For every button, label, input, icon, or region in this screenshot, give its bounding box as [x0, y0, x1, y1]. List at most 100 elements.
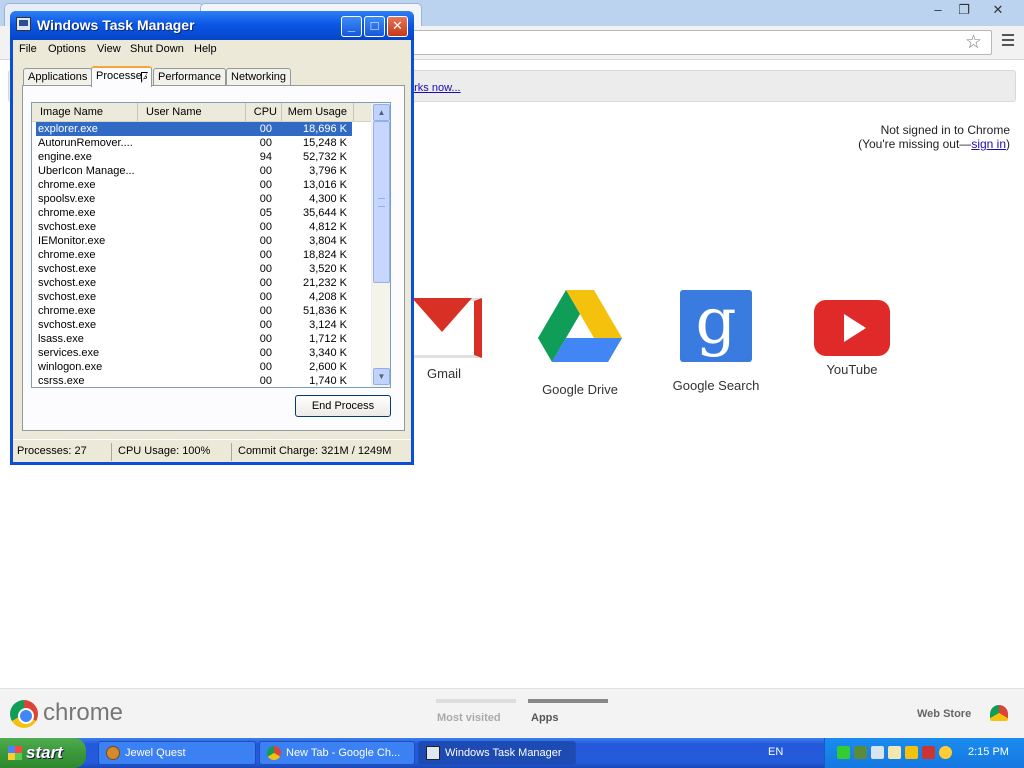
table-row[interactable]: chrome.exe 00 51,836 K — [36, 304, 352, 318]
table-row[interactable]: UberIcon Manage... 00 3,796 K — [36, 164, 352, 178]
scroll-thumb[interactable] — [373, 121, 390, 283]
table-row[interactable]: chrome.exe 00 18,824 K — [36, 248, 352, 262]
scroll-up-arrow-icon[interactable]: ▲ — [373, 104, 390, 121]
table-row[interactable]: svchost.exe 00 3,124 K — [36, 318, 352, 332]
scroll-down-arrow-icon[interactable]: ▼ — [373, 368, 390, 385]
app-label: YouTube — [826, 362, 878, 377]
menu-help[interactable]: Help — [194, 43, 217, 55]
process-name: svchost.exe — [38, 291, 97, 303]
signin-prompt: (You're missing out—sign in) — [858, 137, 1010, 151]
app-google-search[interactable]: g Google Search — [656, 290, 776, 393]
windows-logo-icon — [8, 746, 22, 760]
column-mem-usage[interactable]: Mem Usage — [282, 103, 354, 121]
process-cpu: 00 — [259, 249, 272, 261]
chrome-wordmark: chrome — [43, 699, 124, 726]
bookmark-star-icon[interactable]: ☆ — [965, 31, 982, 54]
tab-networking[interactable]: Networking — [226, 68, 292, 86]
table-row[interactable]: chrome.exe 00 13,016 K — [36, 178, 352, 192]
table-row[interactable]: services.exe 00 3,340 K — [36, 346, 352, 360]
table-row[interactable]: svchost.exe 00 4,208 K — [36, 290, 352, 304]
table-row[interactable]: winlogon.exe 00 2,600 K — [36, 360, 352, 374]
web-store-link[interactable]: Web Store — [917, 708, 971, 720]
monitor-icon[interactable] — [871, 746, 884, 759]
process-name: chrome.exe — [38, 207, 96, 219]
table-row[interactable]: csrss.exe 00 1,740 K — [36, 374, 352, 387]
process-name: IEMonitor.exe — [38, 235, 106, 247]
close-button[interactable]: ✕ — [387, 16, 408, 37]
network-icon[interactable] — [854, 746, 867, 759]
app-label: Google Search — [672, 378, 760, 393]
smiley-icon[interactable] — [939, 746, 952, 759]
menu-file[interactable]: File — [19, 43, 37, 55]
process-list-scrollbar[interactable]: ▲ ▼ — [371, 103, 390, 387]
process-mem: 18,696 K — [302, 123, 347, 135]
web-store-icon[interactable] — [990, 705, 1008, 721]
process-mem: 3,796 K — [309, 165, 347, 177]
taskbar-item-label: New Tab - Google Ch... — [286, 747, 401, 759]
start-button[interactable]: start — [0, 738, 86, 768]
column-image-name[interactable]: Image Name — [32, 103, 138, 121]
table-row[interactable]: svchost.exe 00 21,232 K — [36, 276, 352, 290]
app-youtube[interactable]: YouTube — [792, 290, 912, 377]
table-row[interactable]: spoolsv.exe 00 4,300 K — [36, 192, 352, 206]
maximize-button[interactable]: □ — [364, 16, 385, 37]
process-mem: 21,232 K — [302, 277, 347, 289]
document-icon[interactable] — [888, 746, 901, 759]
youtube-icon — [814, 300, 890, 356]
chrome-minimize-button[interactable]: – — [926, 1, 950, 18]
table-row[interactable]: explorer.exe 00 18,696 K — [36, 122, 352, 136]
antivirus-icon[interactable] — [922, 746, 935, 759]
process-name: svchost.exe — [38, 319, 97, 331]
table-row[interactable]: chrome.exe 05 35,644 K — [36, 206, 352, 220]
status-process-count: Processes: 27 — [17, 445, 87, 457]
ntp-tab-apps[interactable]: Apps — [531, 712, 559, 724]
process-list-header: Image Name User Name CPU Mem Usage — [32, 103, 371, 122]
taskbar-item-jewel-quest[interactable]: Jewel Quest — [98, 741, 256, 765]
table-row[interactable]: svchost.exe 00 4,812 K — [36, 220, 352, 234]
table-row[interactable]: svchost.exe 00 3,520 K — [36, 262, 352, 276]
process-mem: 1,740 K — [309, 375, 347, 387]
process-name: svchost.exe — [38, 277, 97, 289]
task-manager-titlebar[interactable]: Windows Task Manager _ □ ✕ — [10, 11, 414, 40]
menu-view[interactable]: View — [97, 43, 121, 55]
minimize-button[interactable]: _ — [341, 16, 362, 37]
shield-icon[interactable] — [905, 746, 918, 759]
menu-options[interactable]: Options — [48, 43, 86, 55]
process-list[interactable]: Image Name User Name CPU Mem Usage explo… — [31, 102, 391, 388]
process-mem: 3,804 K — [309, 235, 347, 247]
process-cpu: 00 — [259, 319, 272, 331]
table-row[interactable]: AutorunRemover.... 00 15,248 K — [36, 136, 352, 150]
process-cpu: 00 — [259, 305, 272, 317]
chrome-restore-button[interactable]: ❐ — [952, 1, 976, 18]
import-bookmarks-link[interactable]: arks now... — [408, 82, 461, 94]
process-cpu: 00 — [259, 263, 272, 275]
taskbar-item-label: Windows Task Manager — [445, 747, 562, 759]
chrome-close-button[interactable]: ✕ — [986, 1, 1010, 18]
tab-applications[interactable]: Applications — [23, 68, 93, 86]
app-google-drive[interactable]: Google Drive — [520, 290, 640, 397]
table-row[interactable]: IEMonitor.exe 00 3,804 K — [36, 234, 352, 248]
mouse-cursor-icon — [141, 72, 148, 83]
process-cpu: 00 — [259, 165, 272, 177]
omnibox[interactable] — [400, 30, 992, 55]
green-status-icon[interactable] — [837, 746, 850, 759]
sign-in-link[interactable]: sign in — [971, 137, 1006, 151]
taskbar-item-chrome[interactable]: New Tab - Google Ch... — [259, 741, 415, 765]
language-indicator[interactable]: EN — [768, 746, 783, 758]
taskbar-item-task-manager[interactable]: Windows Task Manager — [418, 741, 576, 765]
table-row[interactable]: lsass.exe 00 1,712 K — [36, 332, 352, 346]
process-name: winlogon.exe — [38, 361, 103, 373]
process-name: csrss.exe — [38, 375, 85, 387]
tab-performance[interactable]: Performance — [153, 68, 226, 86]
column-cpu[interactable]: CPU — [246, 103, 282, 121]
menu-shut-down[interactable]: Shut Down — [130, 43, 184, 55]
process-mem: 4,300 K — [309, 193, 347, 205]
chrome-menu-icon[interactable] — [1002, 34, 1014, 46]
end-process-button[interactable]: End Process — [295, 395, 391, 417]
process-name: lsass.exe — [38, 333, 84, 345]
process-name: AutorunRemover.... — [38, 137, 133, 149]
ntp-tab-most-visited[interactable]: Most visited — [437, 712, 501, 724]
column-user-name[interactable]: User Name — [138, 103, 246, 121]
table-row[interactable]: engine.exe 94 52,732 K — [36, 150, 352, 164]
process-rows: explorer.exe 00 18,696 K AutorunRemover....… — [36, 122, 352, 387]
